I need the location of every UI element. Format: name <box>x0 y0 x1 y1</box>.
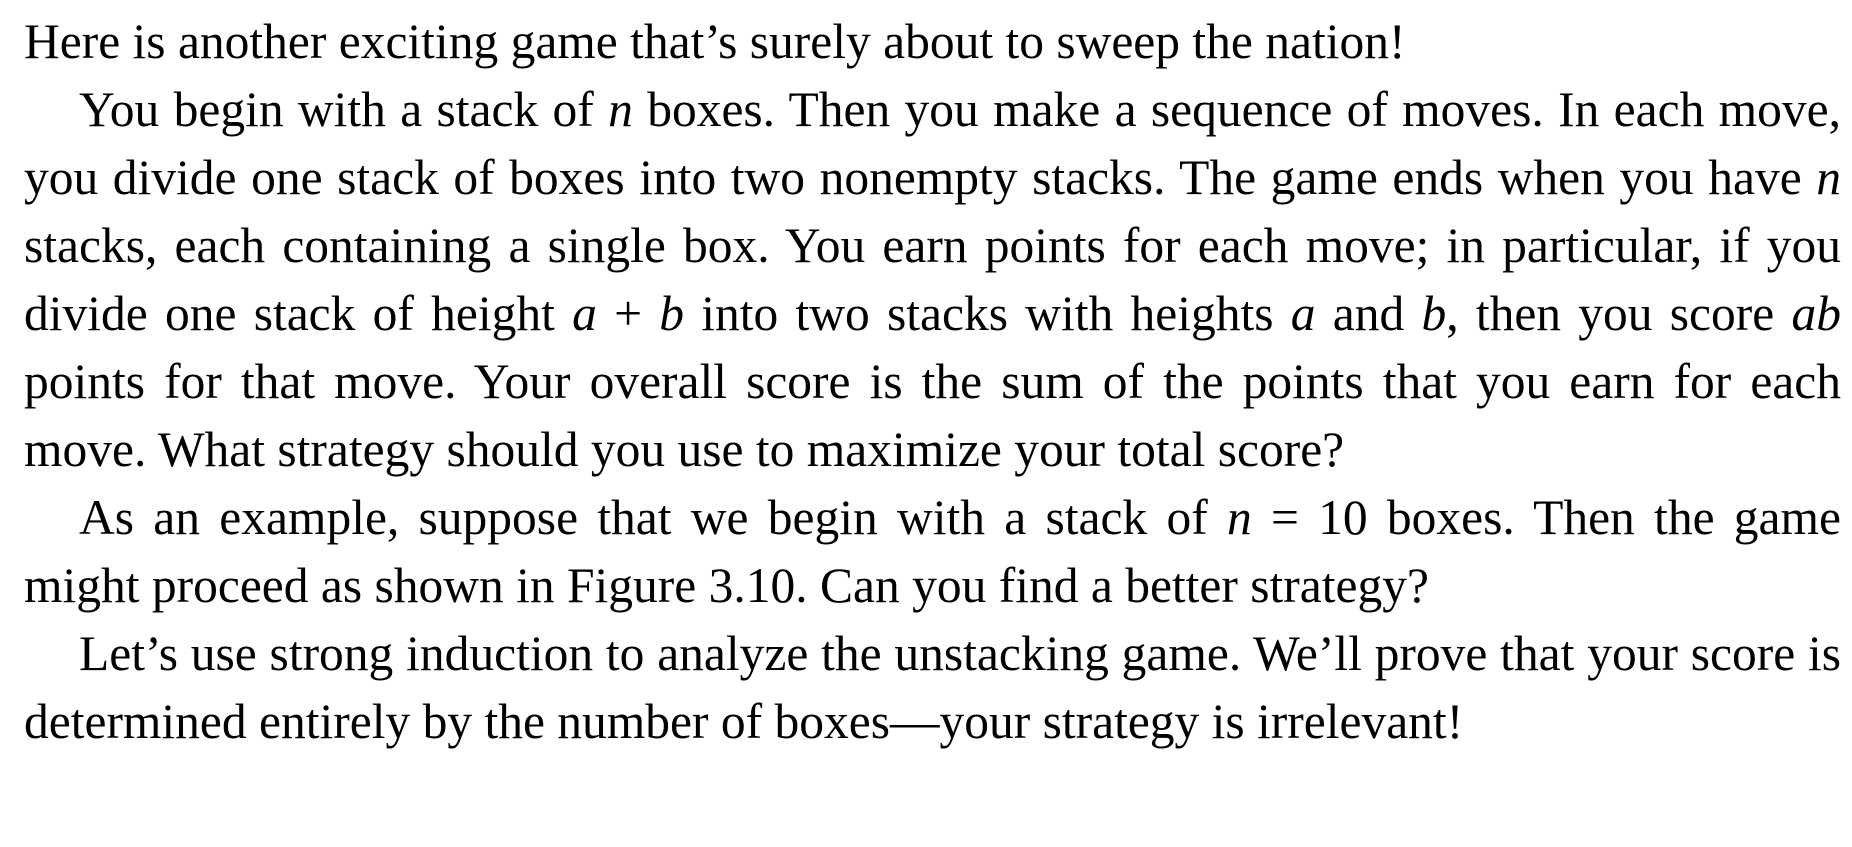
math-variable: a <box>572 286 597 341</box>
text-run: and <box>1315 286 1422 341</box>
math-variable: n <box>608 82 633 137</box>
rules-paragraph: You begin with a stack of n boxes. Then … <box>24 76 1841 484</box>
math-variable: n <box>1816 150 1841 205</box>
text-run: , then you score <box>1446 286 1792 341</box>
intro-paragraph: Here is another exciting game that’s sur… <box>24 14 1406 69</box>
document-page: Here is another exciting game that’s sur… <box>24 0 1841 756</box>
math-variable: b <box>659 286 685 341</box>
math-variable: n <box>1226 490 1252 545</box>
induction-paragraph: Let’s use strong induction to analyze th… <box>24 626 1841 749</box>
text-run: You begin with a stack of <box>79 82 609 137</box>
math-variable: b <box>1421 286 1447 341</box>
math-variable: ab <box>1791 286 1841 341</box>
math-variable: a <box>1290 286 1316 341</box>
text-run: As an example, suppose that we begin wit… <box>79 490 1227 545</box>
text-run: points for that move. Your overall score… <box>24 354 1841 477</box>
text-run: into two stacks with heights <box>684 286 1291 341</box>
text-run: + <box>596 286 660 341</box>
example-paragraph: As an example, suppose that we begin wit… <box>24 484 1841 620</box>
